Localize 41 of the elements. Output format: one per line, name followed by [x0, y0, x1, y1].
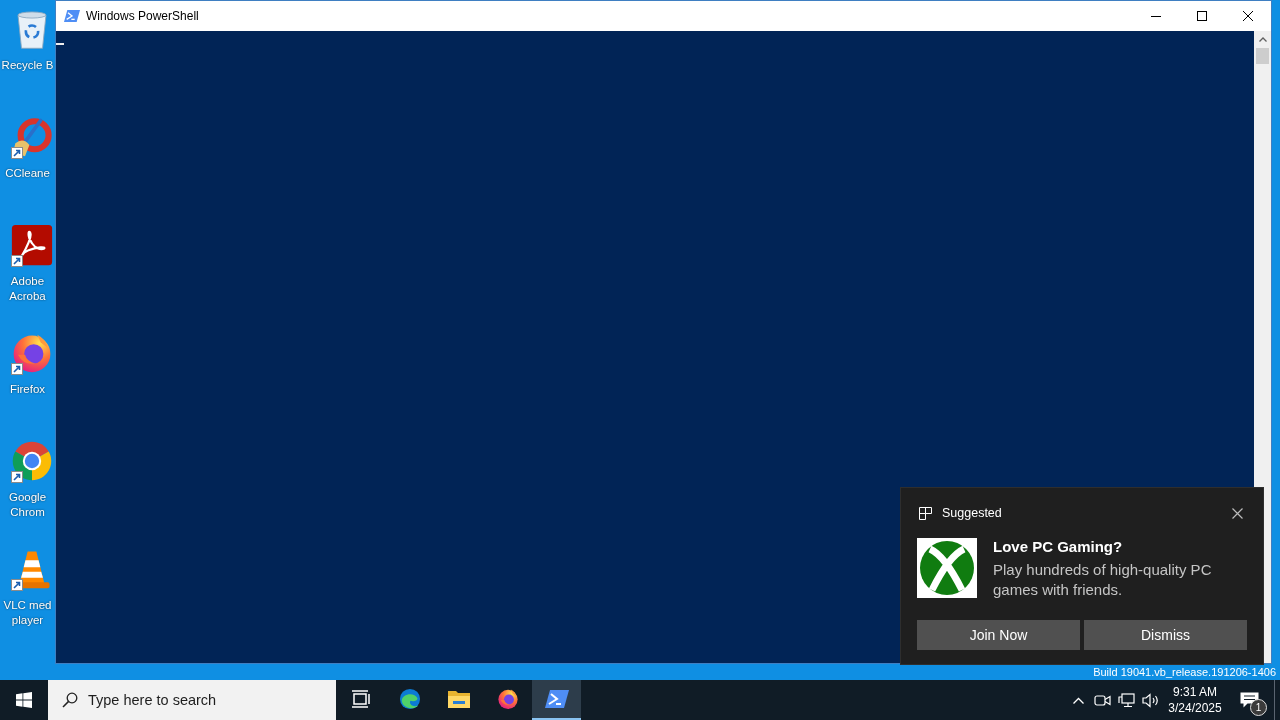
fox-globe-icon[interactable]: [11, 332, 53, 374]
search-icon: [62, 692, 78, 708]
desktop-icon-label[interactable]: Adobe Acroba: [0, 274, 55, 304]
x-sphere-logo-icon: [917, 538, 977, 598]
terminal-prompt-icon: [64, 9, 80, 23]
taskbar-button[interactable]: [532, 680, 581, 720]
maximize-icon: [1197, 11, 1207, 21]
toast-header: Suggested: [942, 506, 1002, 520]
network-icon: [1117, 692, 1135, 708]
ring-logo-icon[interactable]: [11, 440, 53, 482]
desktop-icon-label[interactable]: VLC med player: [0, 598, 55, 628]
search-field[interactable]: Type here to search: [48, 680, 336, 720]
build-info-text: Build 19041.vb_release.191206-1406: [1093, 665, 1276, 680]
terminal-prompt-icon: [544, 688, 569, 710]
text-cursor: [56, 43, 64, 45]
close-icon: [1243, 11, 1253, 21]
toast-message: Play hundreds of high-quality PC games with friends.: [993, 560, 1213, 600]
wave-logo-icon: [397, 688, 422, 710]
toast-title: Love PC Gaming?: [993, 538, 1124, 556]
caret-up-icon: [1072, 696, 1084, 704]
video-camera-icon: [1093, 692, 1111, 708]
close-icon: [1231, 507, 1243, 519]
swirl-tile-icon[interactable]: [11, 224, 53, 266]
notification-badge: 1: [1250, 699, 1267, 716]
window-title: Windows PowerShell: [86, 9, 199, 23]
task-view-icon: [350, 690, 371, 708]
desktop-icon-label[interactable]: CCleane: [0, 166, 55, 181]
desktop-icon-label[interactable]: Firefox: [0, 382, 55, 397]
notification-button[interactable]: 1: [1228, 680, 1270, 720]
toast-action-button[interactable]: Join Now: [917, 620, 1080, 650]
clock-button[interactable]: 9:31 AM 3/24/2025: [1162, 680, 1228, 720]
caret-up-icon: [1258, 37, 1267, 42]
panels-icon: [919, 506, 932, 520]
desktop-icon-label[interactable]: Recycle B: [0, 58, 55, 73]
fox-globe-icon: [495, 688, 520, 710]
toast-action-button[interactable]: Dismiss: [1084, 620, 1247, 650]
speaker-icon: [1141, 692, 1159, 708]
scrollbar-thumb[interactable]: [1256, 48, 1269, 64]
window-panes-icon: [16, 692, 32, 708]
folder-icon: [446, 688, 471, 710]
desktop-icon-label[interactable]: Google Chrom: [0, 490, 55, 520]
